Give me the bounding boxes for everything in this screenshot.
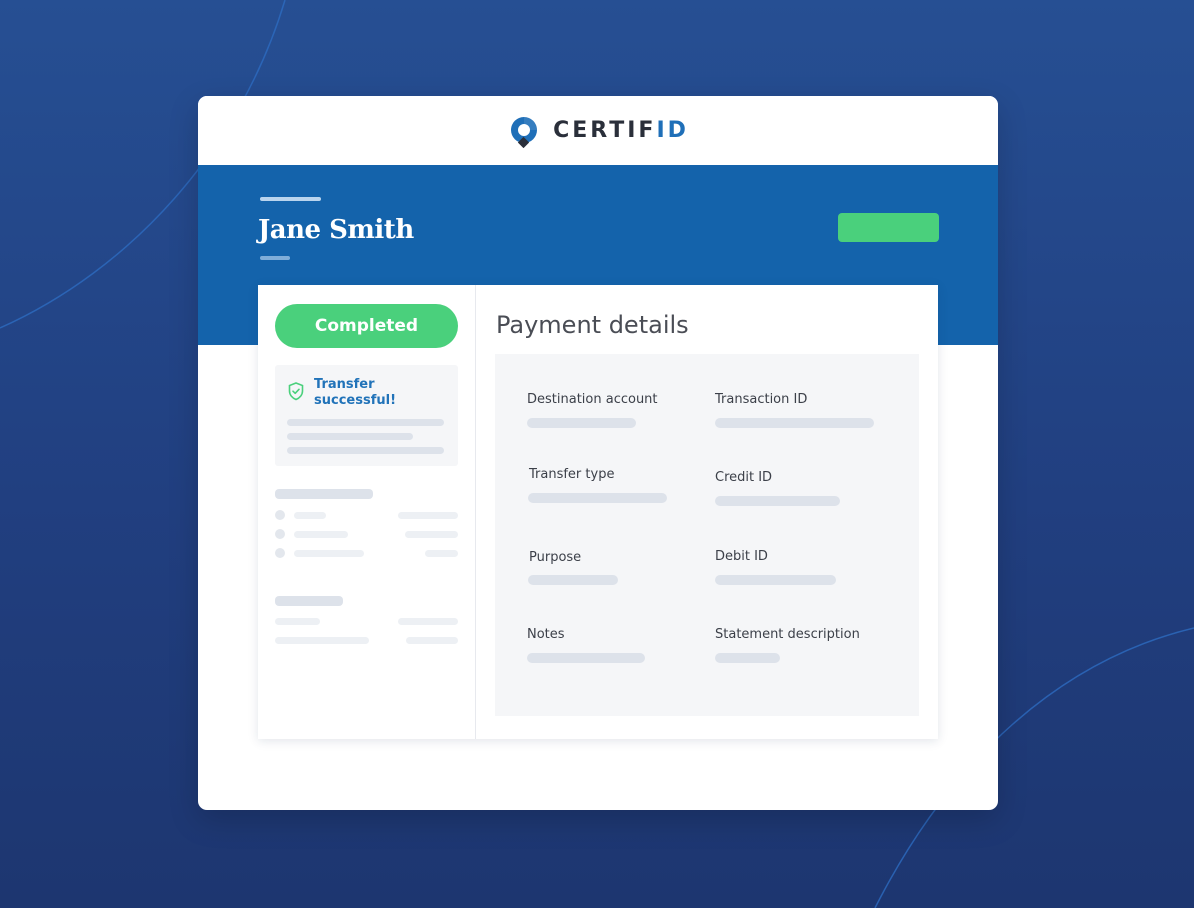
field-label: Statement description (715, 627, 860, 642)
placeholder-line (294, 512, 326, 519)
placeholder-line (287, 433, 413, 440)
field-label: Debit ID (715, 549, 768, 564)
certifid-logo: CERTIFID (507, 114, 689, 148)
placeholder-line (275, 618, 320, 625)
top-bar: CERTIFID (198, 96, 998, 165)
payment-details-grid: Destination account Transaction ID Trans… (495, 354, 919, 716)
certifid-wordmark: CERTIFID (553, 118, 689, 143)
placeholder-line (294, 550, 364, 557)
placeholder-line (287, 419, 444, 426)
field-label: Transfer type (529, 467, 615, 482)
status-sidebar: Completed Transfer successful! (258, 285, 476, 739)
field-label: Destination account (527, 392, 658, 407)
placeholder-line (287, 447, 444, 454)
action-button[interactable] (838, 213, 939, 242)
transfer-success-text: Transfer successful! (314, 377, 396, 408)
placeholder-line (425, 550, 458, 557)
certifid-logo-icon (511, 116, 538, 148)
payment-details-title: Payment details (496, 311, 689, 339)
placeholder-heading (275, 596, 343, 606)
field-label: Transaction ID (715, 392, 808, 407)
placeholder-line (398, 512, 458, 519)
placeholder-heading (275, 489, 373, 499)
field-value-placeholder (528, 575, 618, 585)
field-value-placeholder (715, 653, 780, 663)
field-value-placeholder (527, 653, 645, 663)
customer-name: Jane Smith (258, 215, 414, 245)
placeholder-line (275, 637, 369, 644)
placeholder-line (398, 618, 458, 625)
placeholder-line (406, 637, 458, 644)
field-value-placeholder (715, 496, 840, 506)
field-value-placeholder (715, 418, 874, 428)
banner-decor-line (260, 256, 290, 260)
field-label: Notes (527, 627, 565, 642)
shield-check-icon (288, 382, 304, 401)
list-bullet (275, 510, 285, 520)
transfer-panel: Completed Transfer successful! Payment d… (258, 285, 938, 739)
placeholder-line (294, 531, 348, 538)
field-label: Credit ID (715, 470, 773, 485)
list-bullet (275, 548, 285, 558)
payment-details-section: Payment details Destination account Tran… (476, 285, 938, 739)
field-label: Purpose (529, 550, 582, 565)
completed-status-button[interactable]: Completed (275, 304, 458, 348)
field-value-placeholder (528, 493, 667, 503)
transfer-success-notice: Transfer successful! (275, 365, 458, 466)
list-bullet (275, 529, 285, 539)
field-value-placeholder (715, 575, 836, 585)
banner-decor-line (260, 197, 321, 201)
app-window: CERTIFID Jane Smith Completed Transfer s… (198, 96, 998, 810)
field-value-placeholder (527, 418, 636, 428)
placeholder-line (405, 531, 458, 538)
